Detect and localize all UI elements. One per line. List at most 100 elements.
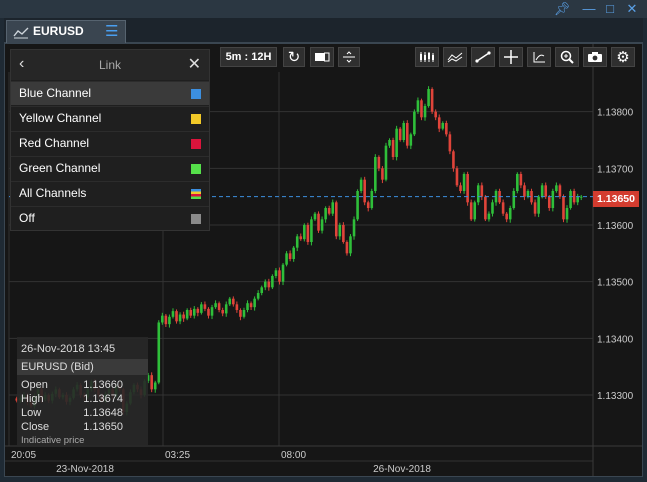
candle-body [455, 168, 459, 186]
price-label: 1.13300 [597, 391, 634, 402]
color-swatch [191, 89, 201, 99]
candle-body [409, 134, 413, 146]
candle-body [402, 123, 406, 140]
indicators-icon[interactable] [443, 47, 467, 67]
candle-body [437, 117, 441, 129]
candle-body [299, 236, 303, 240]
candle-body [547, 196, 551, 208]
hamburger-icon[interactable]: ☰ [105, 22, 118, 40]
link-item-label: Red Channel [19, 136, 90, 150]
chart-mode-icon[interactable] [310, 47, 334, 67]
info-label: High [21, 393, 44, 405]
color-swatch [191, 114, 201, 124]
refresh-icon[interactable]: ↻ [283, 47, 305, 67]
interval-selector[interactable]: 5m : 12H [220, 47, 277, 67]
info-row-open: Open 1.13660 [21, 379, 143, 391]
candle-body [434, 111, 437, 118]
draw-line-icon[interactable] [471, 47, 495, 67]
link-item-label: Off [19, 211, 35, 225]
candle-body [327, 208, 331, 214]
crosshair-split-icon[interactable] [338, 47, 360, 67]
maximize-icon[interactable]: □ [600, 1, 620, 16]
candle-body [491, 202, 494, 214]
candle-body [228, 298, 232, 305]
minimize-icon[interactable]: — [579, 1, 599, 16]
candle-body [562, 196, 565, 220]
candle-body [441, 123, 445, 129]
candle-body [306, 225, 310, 242]
candle-body [363, 179, 366, 203]
link-item-green-channel[interactable]: Green Channel [11, 156, 209, 180]
link-item-yellow-channel[interactable]: Yellow Channel [11, 106, 209, 130]
tab-eurusd[interactable]: EURUSD ☰ [6, 20, 126, 43]
info-value: 1.13648 [83, 407, 123, 419]
candle-body [331, 202, 335, 214]
candle-body [210, 307, 214, 316]
candle-body [359, 179, 363, 191]
candle-body [168, 316, 171, 325]
candle-body [260, 287, 264, 293]
info-row-low: Low 1.13648 [21, 407, 143, 419]
candle-body [345, 242, 349, 254]
candle-body [459, 185, 462, 191]
time-label: 20:05 [11, 450, 36, 461]
time-label: 08:00 [281, 450, 306, 461]
candle-body [249, 303, 253, 308]
candle-body [207, 308, 210, 316]
candle-body [217, 303, 221, 310]
candle-body [508, 208, 512, 220]
zoom-icon[interactable] [555, 47, 579, 67]
candle-body [182, 314, 185, 319]
title-bar: 📌︎ — □ ✕ [0, 0, 647, 18]
candle-body [171, 311, 175, 317]
crosshair-icon[interactable] [499, 47, 523, 67]
candles-icon[interactable] [415, 47, 439, 67]
price-label: 1.13800 [597, 108, 634, 119]
candle-body [267, 281, 271, 288]
pin-icon[interactable]: 📌︎ [552, 1, 572, 17]
candle-body [381, 168, 384, 180]
camera-icon[interactable] [583, 47, 607, 67]
candle-body [278, 270, 281, 282]
candle-body [246, 303, 249, 310]
color-swatch [191, 164, 201, 174]
date-label: 26-Nov-2018 [373, 464, 431, 475]
time-label: 03:25 [165, 450, 190, 461]
candle-body [334, 202, 338, 237]
link-item-all-channels[interactable]: All Channels [11, 181, 209, 205]
link-item-off[interactable]: Off [11, 206, 209, 230]
line-chart-icon [13, 27, 29, 39]
info-value: 1.13660 [83, 379, 123, 391]
candle-body [523, 185, 526, 197]
candle-body [445, 123, 448, 135]
candle-body [285, 253, 288, 265]
candle-body [292, 247, 295, 259]
candle-body [310, 219, 313, 242]
info-label: Low [21, 407, 42, 419]
info-label: Open [21, 379, 48, 391]
candle-body [505, 213, 508, 220]
link-item-label: Yellow Channel [19, 111, 102, 125]
candle-body [413, 111, 416, 135]
candle-body [569, 191, 572, 208]
price-label: 1.13400 [597, 334, 634, 345]
candle-body [150, 375, 153, 390]
close-icon[interactable]: ✕ [622, 1, 642, 17]
annotation-icon[interactable] [527, 47, 551, 67]
settings-icon[interactable]: ⚙ [611, 47, 635, 67]
chart-frame[interactable]: 1.13800 1.13700 1.13600 1.13500 1.13400 1.133… [4, 43, 643, 477]
candle-body [384, 145, 388, 180]
close-icon[interactable]: ✕ [188, 54, 201, 74]
link-item-label: Blue Channel [19, 86, 92, 100]
current-price-tag: 1.13650 [593, 191, 639, 207]
candle-body [519, 174, 523, 186]
tab-title: EURUSD [33, 24, 84, 38]
candle-body [349, 236, 352, 254]
info-symbol-row: EURUSD (Bid) [17, 359, 148, 375]
link-item-blue-channel[interactable]: Blue Channel [11, 81, 209, 105]
info-value: 1.13650 [83, 421, 123, 433]
candle-body [232, 298, 235, 305]
candle-body [377, 157, 381, 169]
link-item-red-channel[interactable]: Red Channel [11, 131, 209, 155]
candle-body [214, 303, 217, 308]
